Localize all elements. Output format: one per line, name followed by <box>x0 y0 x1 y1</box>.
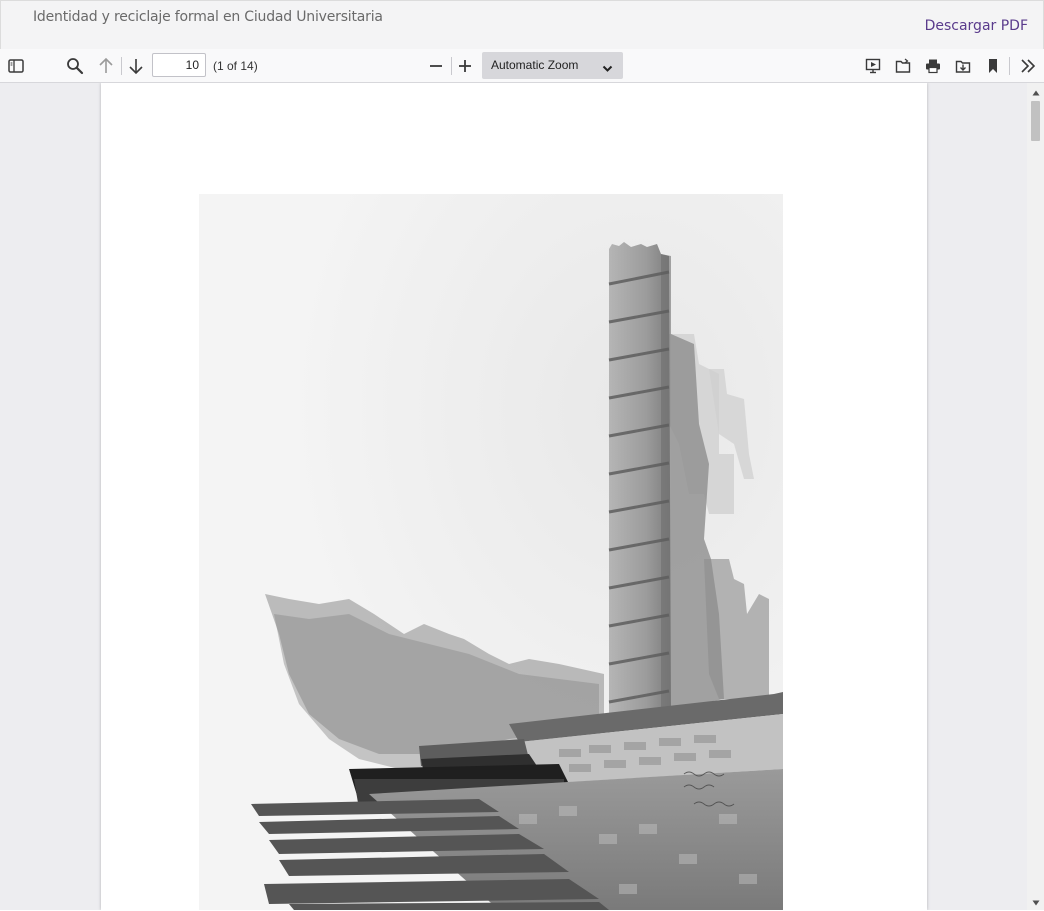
zoom-out-button[interactable] <box>423 53 449 79</box>
tower-illustration <box>199 194 783 910</box>
bookmark-icon <box>987 58 999 74</box>
toolbar-separator <box>121 57 122 75</box>
download-button[interactable] <box>950 53 976 79</box>
vertical-scrollbar[interactable] <box>1027 83 1044 910</box>
page-count-label: (1 of 14) <box>213 59 258 73</box>
zoom-out-icon <box>428 58 444 74</box>
zoom-select[interactable]: Automatic Zoom <box>482 52 623 79</box>
scroll-up-button[interactable] <box>1027 83 1044 100</box>
triangle-down-icon <box>1032 893 1040 911</box>
scrollbar-thumb[interactable] <box>1031 101 1040 141</box>
zoom-in-button[interactable] <box>452 53 478 79</box>
save-icon <box>955 58 971 74</box>
print-icon <box>925 58 941 74</box>
scroll-down-button[interactable] <box>1027 893 1044 910</box>
chevron-down-icon <box>602 60 613 78</box>
sidebar-toggle-icon <box>8 58 24 74</box>
page-number-input[interactable] <box>152 53 206 77</box>
presentation-icon <box>865 58 881 74</box>
search-icon <box>66 57 84 75</box>
sidebar-toggle-button[interactable] <box>3 53 29 79</box>
tools-menu-button[interactable] <box>1015 53 1041 79</box>
pdf-viewer[interactable] <box>0 83 1044 910</box>
document-title: Identidad y reciclaje formal en Ciudad U… <box>33 9 383 25</box>
triangle-up-icon <box>1032 83 1040 101</box>
zoom-select-label: Automatic Zoom <box>491 58 579 72</box>
open-file-button[interactable] <box>890 53 916 79</box>
zoom-in-icon <box>457 58 473 74</box>
arrow-down-icon <box>128 57 144 75</box>
arrow-up-icon <box>98 57 114 75</box>
open-file-icon <box>895 58 911 74</box>
download-pdf-link[interactable]: Descargar PDF <box>925 18 1028 34</box>
double-chevron-right-icon <box>1020 58 1036 74</box>
toolbar-separator <box>1009 57 1010 75</box>
print-button[interactable] <box>920 53 946 79</box>
bookmark-button[interactable] <box>980 53 1006 79</box>
find-button[interactable] <box>62 53 88 79</box>
next-page-button[interactable] <box>123 53 149 79</box>
presentation-mode-button[interactable] <box>860 53 886 79</box>
previous-page-button[interactable] <box>93 53 119 79</box>
pdf-page <box>101 83 927 910</box>
document-header: Identidad y reciclaje formal en Ciudad U… <box>0 0 1044 50</box>
pdf-toolbar: (1 of 14) Automatic Zoom <box>0 49 1044 83</box>
